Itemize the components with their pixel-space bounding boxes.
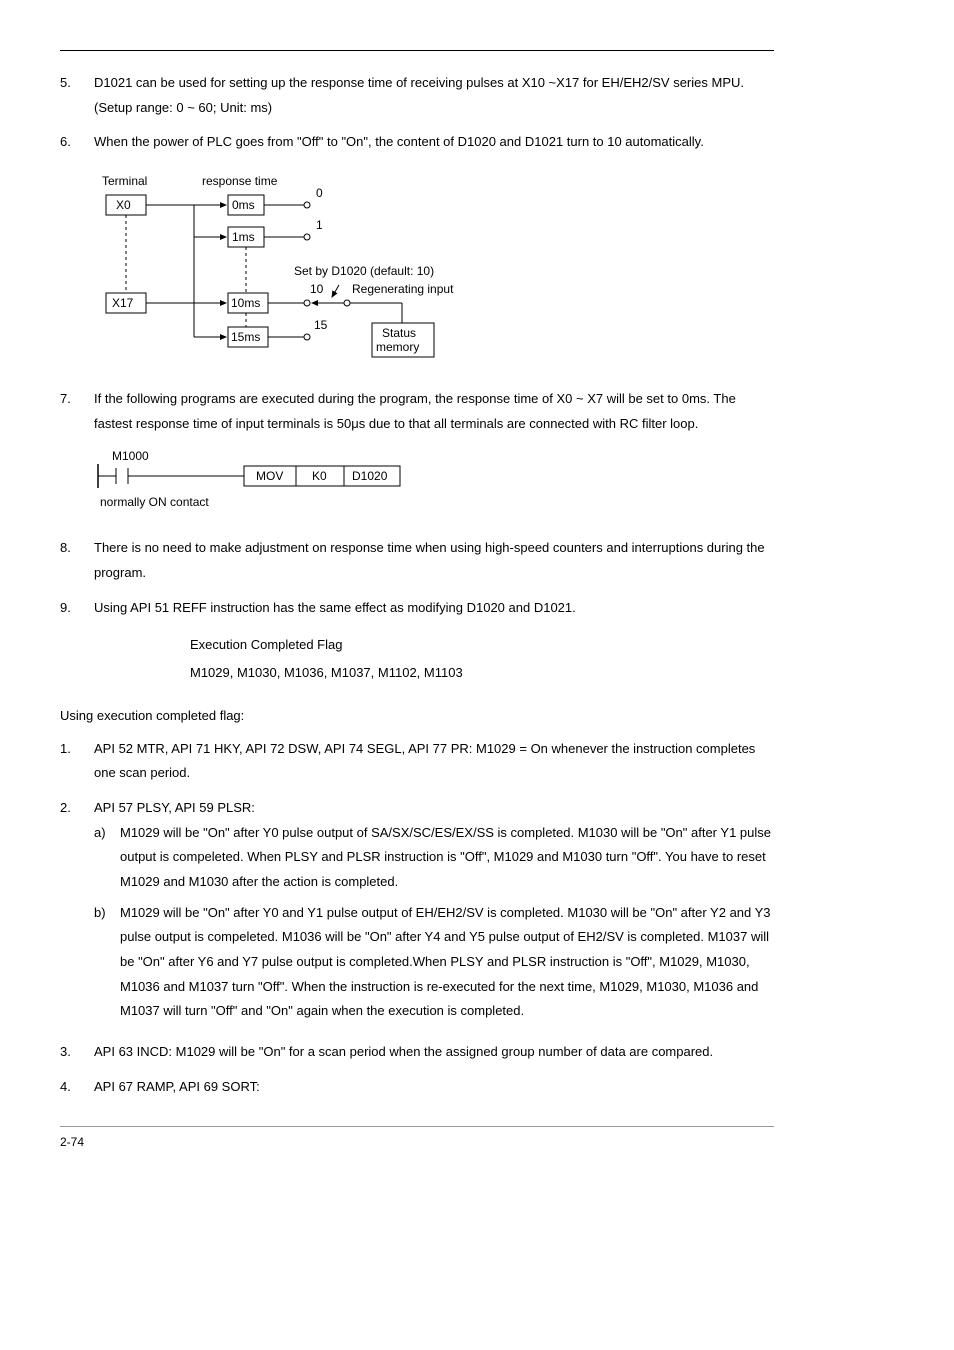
page-number: 2-74 bbox=[60, 1131, 774, 1154]
item-7-num: 7. bbox=[60, 387, 94, 436]
item-6-num: 6. bbox=[60, 130, 94, 155]
item2-2b-text: M1029 will be "On" after Y0 and Y1 pulse… bbox=[120, 901, 774, 1024]
item2-2-text: API 57 PLSY, API 59 PLSR: a) M1029 will … bbox=[94, 796, 774, 1030]
item2-2b: b) M1029 will be "On" after Y0 and Y1 pu… bbox=[94, 901, 774, 1024]
v15: 15 bbox=[314, 318, 328, 332]
v1: 1 bbox=[316, 218, 323, 232]
ms0: 0ms bbox=[232, 198, 255, 212]
item2-2b-letter: b) bbox=[94, 901, 120, 1024]
item-7-text: If the following programs are executed d… bbox=[94, 387, 774, 436]
item2-3-text: API 63 INCD: M1029 will be "On" for a sc… bbox=[94, 1040, 774, 1065]
item-6-text: When the power of PLC goes from "Off" to… bbox=[94, 130, 774, 155]
exec-flag-title: Execution Completed Flag bbox=[190, 633, 774, 658]
ms15: 15ms bbox=[231, 330, 260, 344]
ms10: 10ms bbox=[231, 296, 260, 310]
exec-flag-block: Execution Completed Flag M1029, M1030, M… bbox=[190, 633, 774, 686]
status-label-1: Status bbox=[382, 326, 416, 340]
v10: 10 bbox=[310, 282, 324, 296]
item-5: 5. D1021 can be used for setting up the … bbox=[60, 71, 774, 120]
status-label-2: memory bbox=[376, 340, 419, 354]
item2-1: 1. API 52 MTR, API 71 HKY, API 72 DSW, A… bbox=[60, 737, 774, 786]
ms1: 1ms bbox=[232, 230, 255, 244]
item2-4: 4. API 67 RAMP, API 69 SORT: bbox=[60, 1075, 774, 1100]
response-label: response time bbox=[202, 174, 278, 188]
bottom-rule bbox=[60, 1126, 774, 1127]
item-7: 7. If the following programs are execute… bbox=[60, 387, 774, 436]
item2-2a: a) M1029 will be "On" after Y0 pulse out… bbox=[94, 821, 774, 895]
item-9-text: Using API 51 REFF instruction has the sa… bbox=[94, 596, 774, 621]
item2-4-num: 4. bbox=[60, 1075, 94, 1100]
top-rule bbox=[60, 50, 774, 51]
item-9-num: 9. bbox=[60, 596, 94, 621]
item2-1-text: API 52 MTR, API 71 HKY, API 72 DSW, API … bbox=[94, 737, 774, 786]
item2-1-num: 1. bbox=[60, 737, 94, 786]
item-8-num: 8. bbox=[60, 536, 94, 585]
k0-label: K0 bbox=[312, 469, 327, 483]
setby-label: Set by D1020 (default: 10) bbox=[294, 264, 434, 278]
terminal-label: Terminal bbox=[102, 174, 147, 188]
v0: 0 bbox=[316, 186, 323, 200]
item-8-text: There is no need to make adjustment on r… bbox=[94, 536, 774, 585]
item-9: 9. Using API 51 REFF instruction has the… bbox=[60, 596, 774, 621]
m1000-label: M1000 bbox=[112, 449, 149, 463]
exec-flag-list: M1029, M1030, M1036, M1037, M1102, M1103 bbox=[190, 661, 774, 686]
timing-diagram: Terminal response time X0 X17 0ms 0 1ms … bbox=[94, 167, 774, 367]
item2-2a-letter: a) bbox=[94, 821, 120, 895]
item-6: 6. When the power of PLC goes from "Off"… bbox=[60, 130, 774, 155]
item-8: 8. There is no need to make adjustment o… bbox=[60, 536, 774, 585]
item2-2-head: API 57 PLSY, API 59 PLSR: bbox=[94, 796, 774, 821]
mov-label: MOV bbox=[256, 469, 283, 483]
using-heading: Using execution completed flag: bbox=[60, 704, 774, 729]
d1020-label: D1020 bbox=[352, 469, 388, 483]
item2-3: 3. API 63 INCD: M1029 will be "On" for a… bbox=[60, 1040, 774, 1065]
regen-label: Regenerating input bbox=[352, 282, 454, 296]
x17-label: X17 bbox=[112, 296, 134, 310]
item2-4-text: API 67 RAMP, API 69 SORT: bbox=[94, 1075, 774, 1100]
item2-2: 2. API 57 PLSY, API 59 PLSR: a) M1029 wi… bbox=[60, 796, 774, 1030]
item-5-num: 5. bbox=[60, 71, 94, 120]
ladder-caption: normally ON contact bbox=[100, 495, 209, 509]
item-5-text: D1021 can be used for setting up the res… bbox=[94, 71, 774, 120]
x0-label: X0 bbox=[116, 198, 131, 212]
item2-3-num: 3. bbox=[60, 1040, 94, 1065]
item2-2a-text: M1029 will be "On" after Y0 pulse output… bbox=[120, 821, 774, 895]
item2-2-num: 2. bbox=[60, 796, 94, 1030]
ladder-diagram: M1000 MOV K0 D1020 normally ON contact bbox=[94, 446, 774, 520]
